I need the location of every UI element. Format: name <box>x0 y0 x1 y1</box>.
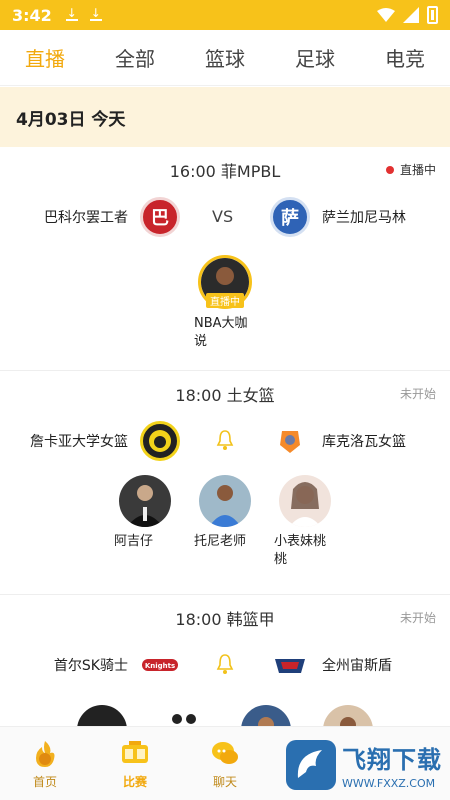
bell-icon[interactable] <box>216 429 234 451</box>
home-team-logo <box>140 421 180 461</box>
download-icon: ↓ <box>65 6 78 21</box>
streamer-name: 托尼老师 <box>194 534 247 549</box>
away-team-name: 库克洛瓦女篮 <box>322 434 406 450</box>
match-status: 直播中 <box>385 161 436 178</box>
vs-label: VS <box>212 207 234 226</box>
svg-text:Knights: Knights <box>145 662 175 670</box>
team-crest-icon <box>280 431 300 453</box>
nav-matches[interactable]: 比赛 <box>90 727 180 800</box>
signal-icon <box>403 7 419 23</box>
match-time-league: 18:00 土女篮 <box>175 386 275 405</box>
streamer-avatar <box>119 475 171 527</box>
streamer[interactable]: 24 直播中 NBA大咖说 <box>194 255 253 351</box>
match-card[interactable]: 18:00 韩篮甲 未开始 首尔SK骑士 Knights 全州宙斯盾 <box>0 595 450 755</box>
wifi-icon <box>377 8 395 22</box>
nav-home-label: 首页 <box>32 775 57 789</box>
knights-logo-icon: Knights <box>142 659 178 671</box>
watermark-logo-icon <box>286 740 336 790</box>
match-time-league: 18:00 韩篮甲 <box>175 610 275 629</box>
streamer-avatar: 24 直播中 <box>198 255 252 309</box>
away-team-logo: 萨 <box>270 197 310 237</box>
chat-bubbles-icon <box>212 742 238 764</box>
streamer-avatar <box>279 475 331 527</box>
date-header: 4月03日 今天 <box>0 87 450 147</box>
home-team-name: 巴科尔罢工者 <box>44 210 128 226</box>
away-team-name: 萨兰加尼马林 <box>322 210 406 226</box>
status-bar: 3:42 ↓ ↓ <box>0 0 450 30</box>
tab-all[interactable]: 全部 <box>111 43 159 72</box>
match-status: 未开始 <box>399 611 436 625</box>
home-team-name: 首尔SK骑士 <box>53 658 128 674</box>
live-dot-icon <box>385 165 394 174</box>
watermark-url: WWW.FXXZ.COM <box>342 777 436 790</box>
bear-crest-icon <box>149 430 171 452</box>
nav-chat-label: 聊天 <box>212 775 237 789</box>
home-team-logo: 巴 <box>140 197 180 237</box>
home-team-logo: Knights <box>140 645 180 685</box>
streamer[interactable]: 托尼老师 <box>194 475 253 569</box>
download-icon: ↓ <box>89 6 102 21</box>
away-team-logo-text: 萨 <box>281 208 299 229</box>
nav-chat[interactable]: 聊天 <box>180 727 270 800</box>
match-status-text: 直播中 <box>399 163 436 177</box>
nav-matches-label: 比赛 <box>122 775 147 789</box>
top-tab-bar: 直播 全部 篮球 足球 电竞 <box>0 30 450 86</box>
watermark-title: 飞翔下载 <box>342 746 442 774</box>
watermark: 飞翔下载 WWW.FXXZ.COM <box>286 736 442 794</box>
tab-basketball[interactable]: 篮球 <box>201 43 249 72</box>
tab-live[interactable]: 直播 <box>21 43 69 72</box>
status-time: 3:42 <box>12 5 52 25</box>
away-team-logo <box>270 421 310 461</box>
away-team-logo <box>270 645 310 685</box>
match-time-league: 16:00 菲MPBL <box>169 162 281 181</box>
streamer-name: 小表妹桃桃 <box>274 534 327 567</box>
aegis-logo-icon <box>275 659 305 673</box>
tab-esports[interactable]: 电竞 <box>381 43 429 72</box>
streamer[interactable]: 阿吉仔 <box>114 475 173 569</box>
home-team-name: 詹卡亚大学女篮 <box>30 434 128 450</box>
streamer-name: NBA大咖说 <box>194 316 248 349</box>
scoreboard-icon <box>122 741 148 763</box>
match-card[interactable]: 18:00 土女篮 未开始 詹卡亚大学女篮 库克洛瓦女篮 阿吉仔 托尼老师 小表… <box>0 371 450 595</box>
match-card[interactable]: 16:00 菲MPBL 直播中 巴科尔罢工者 巴 VS 萨 萨兰加尼马林 24 <box>0 147 450 371</box>
match-status: 未开始 <box>399 387 436 401</box>
streamer[interactable]: 小表妹桃桃 <box>274 475 333 569</box>
streamer-avatar <box>199 475 251 527</box>
bell-icon[interactable] <box>216 653 234 675</box>
streamer-name: 阿吉仔 <box>114 534 154 549</box>
away-team-name: 全州宙斯盾 <box>322 658 392 674</box>
tab-football[interactable]: 足球 <box>291 43 339 72</box>
home-team-logo-text: 巴 <box>151 208 169 229</box>
basketball-flame-icon <box>36 741 55 767</box>
nav-home[interactable]: 首页 <box>0 727 90 800</box>
live-tag: 直播中 <box>206 293 244 308</box>
battery-icon <box>427 6 438 24</box>
